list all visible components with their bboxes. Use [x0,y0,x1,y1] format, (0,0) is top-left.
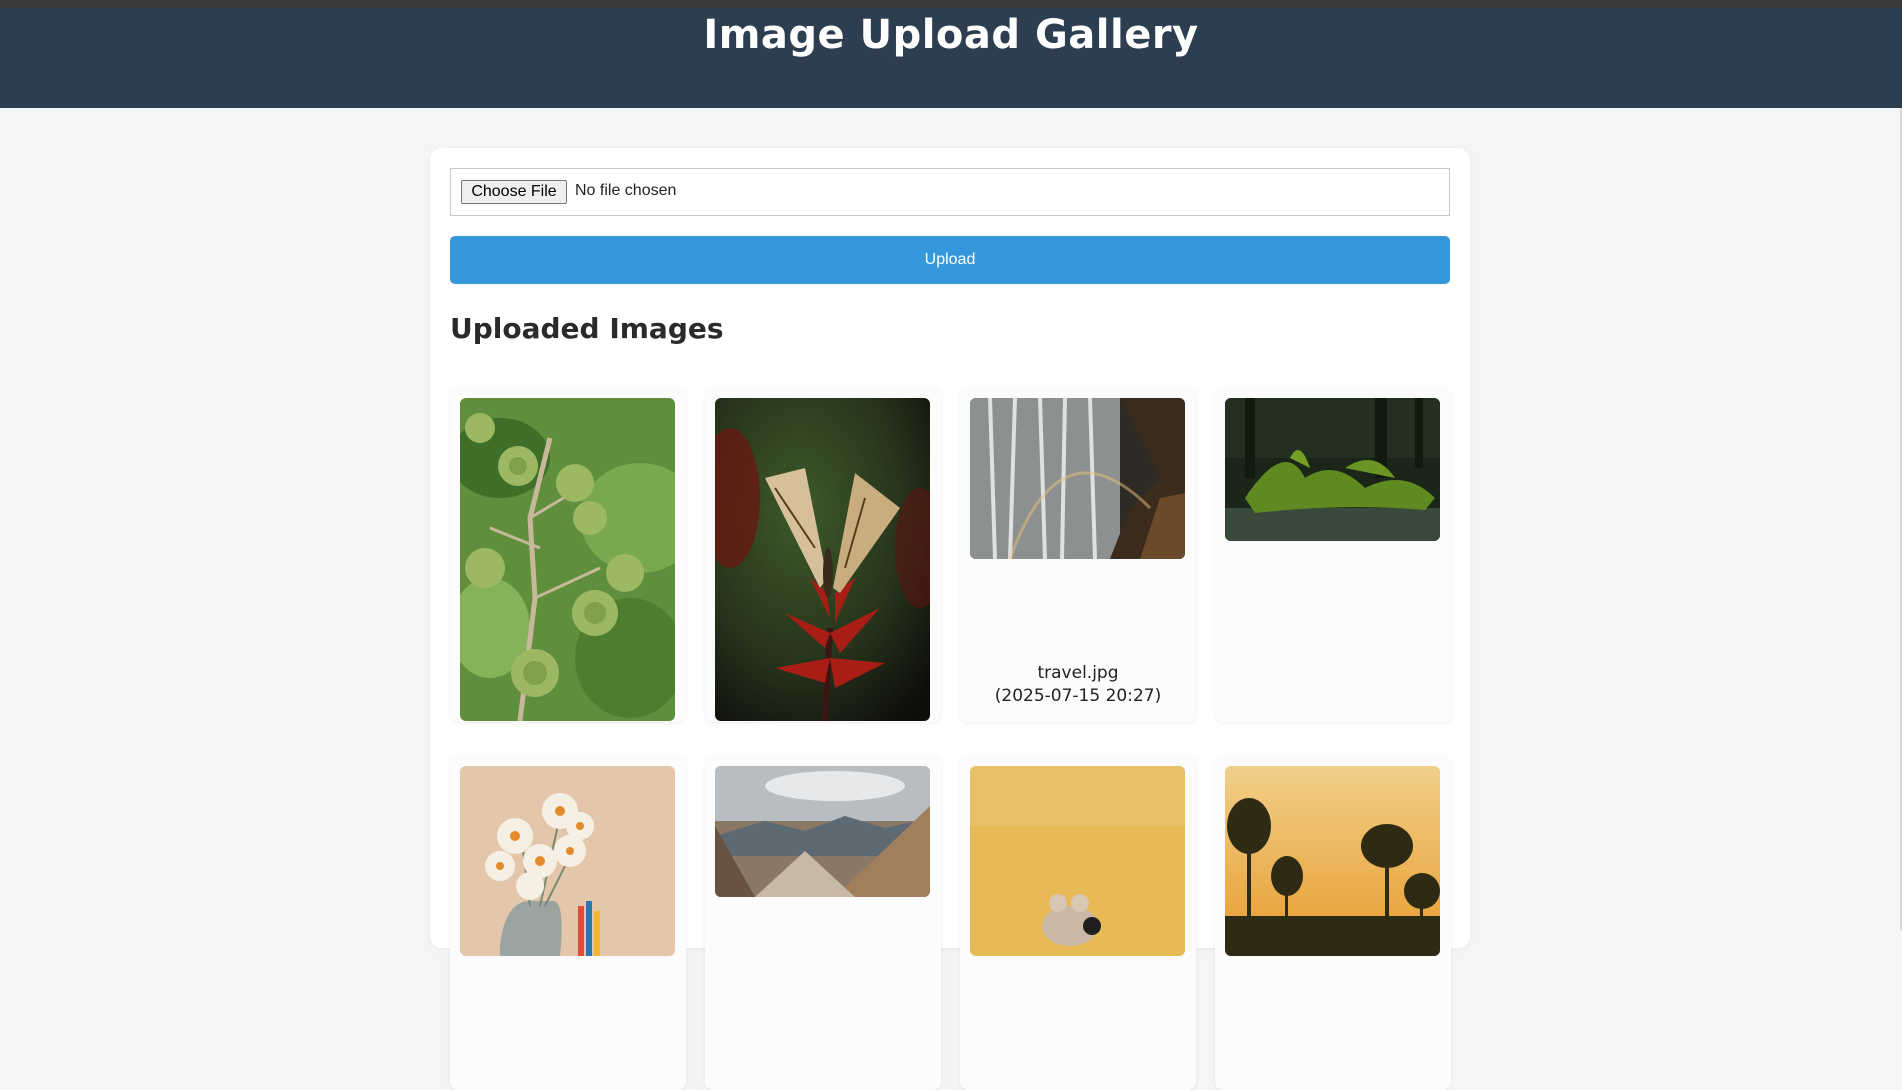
image-upload-date: (2025-07-15 20:27) [994,686,1162,706]
gallery-thumbnail[interactable] [715,766,930,897]
gallery-thumbnail[interactable] [715,398,930,721]
gallery-item[interactable]: travel.jpg (2025-07-15 20:27) [960,388,1196,722]
gallery-thumbnail[interactable] [1225,398,1440,541]
gallery-thumbnail[interactable] [1225,766,1440,956]
upload-button[interactable]: Upload [450,236,1450,284]
gallery-thumbnail[interactable] [460,766,675,956]
image-caption: travel.jpg (2025-07-15 20:27) [960,662,1196,708]
gallery-item[interactable] [705,756,941,1090]
page-title: Image Upload Gallery [703,12,1199,58]
gallery-thumbnail[interactable] [970,398,1185,559]
gallery-thumbnail[interactable] [970,766,1185,956]
image-filename: travel.jpg [1037,663,1119,683]
gallery-item[interactable] [1215,756,1451,1090]
choose-file-button[interactable]: Choose File [461,180,567,204]
gallery-heading: Uploaded Images [450,312,724,345]
gallery-item[interactable] [450,388,686,722]
gallery-item[interactable] [1215,388,1451,722]
gallery-item[interactable] [960,756,1196,1090]
page-header: Image Upload Gallery [0,8,1902,108]
file-input[interactable]: Choose File No file chosen [450,168,1450,216]
upload-card: Choose File No file chosen Upload Upload… [430,148,1470,1090]
gallery-thumbnail[interactable] [460,398,675,721]
gallery-item[interactable] [705,388,941,722]
file-status-text: No file chosen [575,182,677,199]
gallery-item[interactable] [450,756,686,1090]
browser-top-strip [0,0,1902,8]
